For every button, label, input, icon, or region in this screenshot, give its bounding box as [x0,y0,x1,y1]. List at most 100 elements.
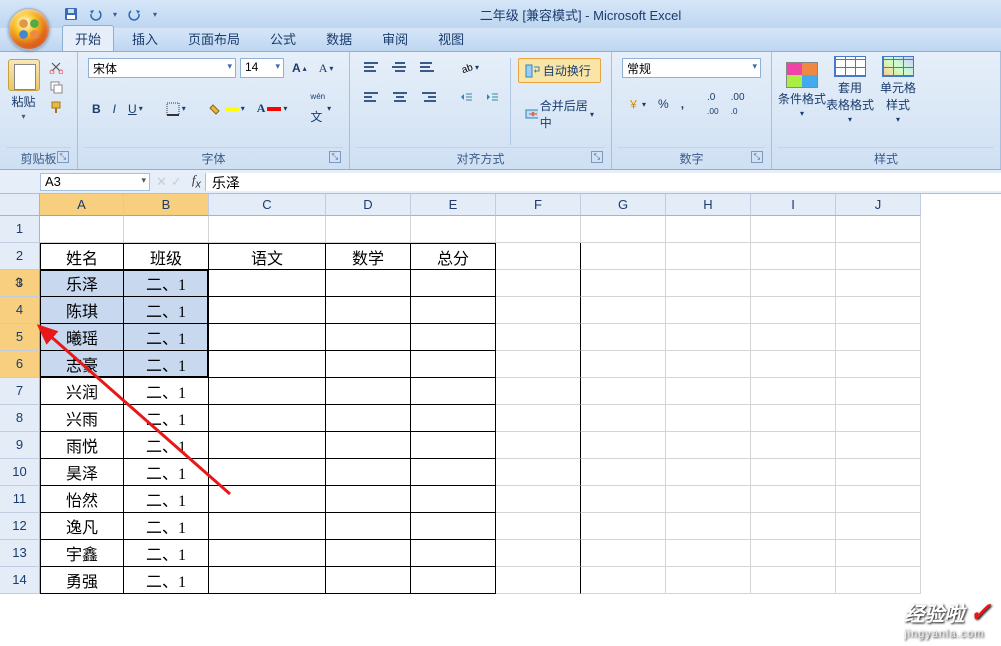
cell-I7[interactable] [751,378,836,405]
cell-H11[interactable] [666,486,751,513]
cell-A9[interactable]: 雨悦 [40,432,124,459]
row-header-12[interactable]: 12 [0,513,40,540]
bold-button[interactable]: B [88,100,105,118]
cell-H5[interactable] [666,324,751,351]
cell-B13[interactable]: 二、1 [124,540,209,567]
cell-B7[interactable]: 二、1 [124,378,209,405]
row-header-1[interactable]: 1 [0,216,40,243]
row-header-11[interactable]: 11 [0,486,40,513]
cell-E9[interactable] [411,432,496,459]
cell-J1[interactable] [836,216,921,243]
phonetic-button[interactable]: wén文▾ [306,90,335,127]
conditional-format-button[interactable]: 条件格式▾ [778,56,826,124]
cell-G4[interactable] [581,297,666,324]
increase-font-button[interactable]: A▴ [288,59,311,77]
cell-B8[interactable]: 二、1 [124,405,209,432]
cell-E7[interactable] [411,378,496,405]
cell-J9[interactable] [836,432,921,459]
cell-G1[interactable] [581,216,666,243]
cell-F8[interactable] [496,405,581,432]
cell-H2[interactable] [666,243,751,270]
cell-H6[interactable] [666,351,751,378]
cell-J13[interactable] [836,540,921,567]
row-header-2[interactable]: 2 [0,243,40,270]
col-header-D[interactable]: D [326,194,411,216]
cell-I6[interactable] [751,351,836,378]
cell-C13[interactable] [209,540,326,567]
currency-button[interactable]: ￥▾ [622,95,650,113]
cell-G11[interactable] [581,486,666,513]
wrap-text-button[interactable]: 自动换行 [518,58,601,83]
qat-undo-dropdown[interactable]: ▾ [110,5,120,23]
tab-公式[interactable]: 公式 [258,26,308,51]
col-header-I[interactable]: I [751,194,836,216]
cell-C3[interactable] [209,270,326,297]
office-button[interactable] [2,2,56,56]
cell-C12[interactable] [209,513,326,540]
cell-J11[interactable] [836,486,921,513]
border-button[interactable]: ▾ [162,100,190,118]
italic-button[interactable]: I [109,100,120,118]
cell-F13[interactable] [496,540,581,567]
cell-A8[interactable]: 兴雨 [40,405,124,432]
col-header-C[interactable]: C [209,194,326,216]
row-header-10[interactable]: 10 [0,459,40,486]
tab-页面布局[interactable]: 页面布局 [176,26,252,51]
cell-E2[interactable]: 总分 [411,243,496,270]
col-header-F[interactable]: F [496,194,581,216]
qat-save-button[interactable] [62,5,80,23]
cell-G14[interactable] [581,567,666,594]
cell-H13[interactable] [666,540,751,567]
number-format-combo[interactable]: 常规 [622,58,761,78]
font-name-combo[interactable]: 宋体 [88,58,236,78]
cell-F14[interactable] [496,567,581,594]
underline-button[interactable]: U▾ [124,100,147,118]
cell-B6[interactable]: 二、1 [124,351,209,378]
cell-G7[interactable] [581,378,666,405]
cell-A1[interactable] [40,216,124,243]
cell-G6[interactable] [581,351,666,378]
cell-F9[interactable] [496,432,581,459]
cell-D12[interactable] [326,513,411,540]
cell-A5[interactable]: 曦瑶 [40,324,124,351]
orientation-button[interactable]: ab▾ [455,58,483,76]
cell-J2[interactable] [836,243,921,270]
cell-F4[interactable] [496,297,581,324]
copy-button[interactable] [45,78,67,96]
decrease-font-button[interactable]: A▾ [315,59,338,78]
cell-E5[interactable] [411,324,496,351]
cell-B11[interactable]: 二、1 [124,486,209,513]
cell-C1[interactable] [209,216,326,243]
cell-J7[interactable] [836,378,921,405]
cell-A11[interactable]: 怡然 [40,486,124,513]
cell-J6[interactable] [836,351,921,378]
cell-D4[interactable] [326,297,411,324]
cell-E6[interactable] [411,351,496,378]
cell-H7[interactable] [666,378,751,405]
col-header-H[interactable]: H [666,194,751,216]
qat-customize-dropdown[interactable]: ▾ [150,5,160,23]
font-color-button[interactable]: A▾ [253,99,292,118]
col-header-G[interactable]: G [581,194,666,216]
cell-E14[interactable] [411,567,496,594]
cell-H12[interactable] [666,513,751,540]
format-painter-button[interactable] [45,98,67,116]
paste-button[interactable]: 粘贴 ▾ [6,56,41,124]
cell-D10[interactable] [326,459,411,486]
font-launcher[interactable]: ⤡ [329,151,341,163]
cell-D2[interactable]: 数学 [326,243,411,270]
cell-E10[interactable] [411,459,496,486]
cell-J12[interactable] [836,513,921,540]
cell-H4[interactable] [666,297,751,324]
cell-G13[interactable] [581,540,666,567]
cell-E13[interactable] [411,540,496,567]
cell-F12[interactable] [496,513,581,540]
cell-J10[interactable] [836,459,921,486]
align-center-button[interactable] [388,90,412,104]
cell-C8[interactable] [209,405,326,432]
cell-B2[interactable]: 班级 [124,243,209,270]
select-all-corner[interactable] [0,194,40,216]
cell-A6[interactable]: 志豪 [40,351,124,378]
cell-D7[interactable] [326,378,411,405]
cut-button[interactable] [45,58,67,76]
